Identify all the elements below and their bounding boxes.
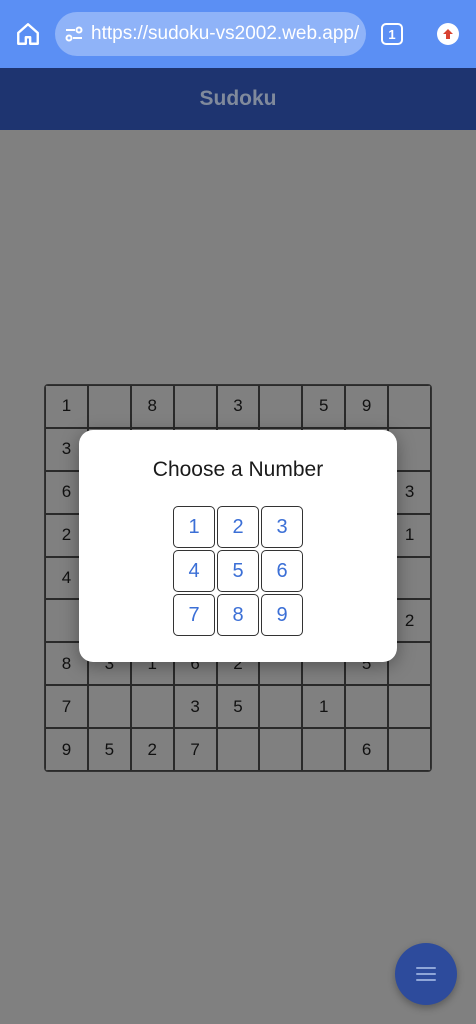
sudoku-cell[interactable] <box>216 728 260 771</box>
sudoku-cell[interactable]: 7 <box>173 728 217 771</box>
choose-number-dialog: Choose a Number 123 456 789 <box>79 430 397 662</box>
sudoku-cell[interactable] <box>388 385 431 428</box>
number-button-8[interactable]: 8 <box>217 594 259 636</box>
app-bar: Sudoku <box>0 68 476 130</box>
number-button-4[interactable]: 4 <box>173 550 215 592</box>
number-button-6[interactable]: 6 <box>261 550 303 592</box>
sudoku-cell[interactable] <box>388 728 431 771</box>
sudoku-cell[interactable] <box>130 685 174 729</box>
sudoku-cell[interactable]: 9 <box>345 385 389 428</box>
menu-icon <box>416 967 436 981</box>
sudoku-cell[interactable]: 5 <box>216 685 260 729</box>
sudoku-cell[interactable] <box>259 385 303 428</box>
sudoku-cell[interactable]: 1 <box>45 385 88 428</box>
number-button-5[interactable]: 5 <box>217 550 259 592</box>
site-info-icon[interactable] <box>63 23 85 45</box>
sudoku-cell[interactable]: 1 <box>302 685 346 729</box>
number-button-7[interactable]: 7 <box>173 594 215 636</box>
sudoku-cell[interactable]: 5 <box>302 385 346 428</box>
sudoku-cell[interactable] <box>87 385 131 428</box>
home-button[interactable] <box>12 18 44 50</box>
sudoku-cell[interactable]: 7 <box>45 685 88 729</box>
sudoku-cell[interactable]: 8 <box>130 385 174 428</box>
sudoku-cell[interactable]: 9 <box>45 728 88 771</box>
sudoku-cell[interactable] <box>345 685 389 729</box>
number-button-9[interactable]: 9 <box>261 594 303 636</box>
sudoku-cell[interactable] <box>173 385 217 428</box>
sudoku-cell[interactable]: 5 <box>87 728 131 771</box>
sudoku-cell[interactable]: 6 <box>345 728 389 771</box>
dialog-title: Choose a Number <box>152 458 324 481</box>
url-text: https://sudoku-vs2002.web.app/ <box>91 23 360 44</box>
browser-toolbar: https://sudoku-vs2002.web.app/ 1 <box>0 0 476 68</box>
sudoku-cell[interactable] <box>259 728 303 771</box>
number-button-3[interactable]: 3 <box>261 506 303 548</box>
sudoku-cell[interactable] <box>388 685 431 729</box>
home-icon <box>17 23 39 45</box>
number-button-2[interactable]: 2 <box>217 506 259 548</box>
sudoku-cell[interactable] <box>302 728 346 771</box>
app-title: Sudoku <box>199 87 277 110</box>
extension-icon[interactable] <box>437 23 459 45</box>
sudoku-cell[interactable] <box>87 685 131 729</box>
menu-button[interactable] <box>395 943 457 1005</box>
sudoku-cell[interactable]: 3 <box>173 685 217 729</box>
number-button-1[interactable]: 1 <box>173 506 215 548</box>
address-bar[interactable]: https://sudoku-vs2002.web.app/ <box>55 12 366 56</box>
sudoku-cell[interactable] <box>259 685 303 729</box>
tab-switcher-icon[interactable]: 1 <box>381 23 403 45</box>
number-pad: 123 456 789 <box>173 506 303 636</box>
sudoku-cell[interactable]: 2 <box>130 728 174 771</box>
sudoku-cell[interactable]: 3 <box>216 385 260 428</box>
